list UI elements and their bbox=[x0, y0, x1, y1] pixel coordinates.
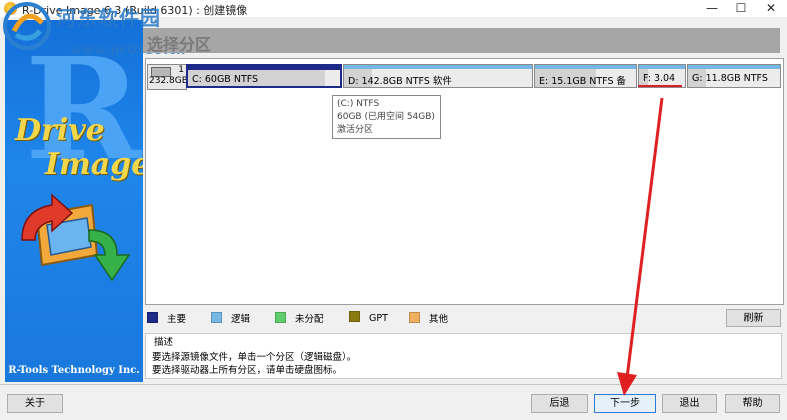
refresh-button[interactable]: 刷新 bbox=[726, 309, 781, 327]
brand-word-drive: Drive bbox=[15, 113, 105, 148]
company-name: R-Tools Technology Inc. bbox=[8, 365, 140, 376]
disk-size: 232.8GB bbox=[149, 76, 188, 86]
disk-number: 1 bbox=[178, 65, 184, 75]
partition-label: E: 15.1GB NTFS 备 bbox=[539, 76, 627, 87]
legend: 主要 逻辑 未分配 GPT 其他 bbox=[145, 311, 725, 325]
legend-item: 逻辑 bbox=[211, 311, 250, 325]
disk-panel: 1 232.8GB C: 60GB NTFS D: 142.8GB NTFS 软… bbox=[145, 58, 784, 305]
disk-image-icon bbox=[21, 193, 131, 282]
partition-label: D: 142.8GB NTFS 软件 bbox=[348, 76, 452, 87]
legend-label: 逻辑 bbox=[231, 314, 251, 325]
highlight-underline bbox=[638, 85, 682, 87]
exit-button[interactable]: 退出 bbox=[662, 394, 717, 413]
legend-item: GPT bbox=[349, 311, 388, 324]
legend-item: 主要 bbox=[147, 311, 186, 325]
hard-disk-icon[interactable]: 1 232.8GB bbox=[147, 64, 188, 90]
disk-row: 1 232.8GB C: 60GB NTFS D: 142.8GB NTFS 软… bbox=[146, 62, 783, 90]
tooltip-line: 激活分区 bbox=[337, 125, 374, 135]
partition-e[interactable]: E: 15.1GB NTFS 备 bbox=[534, 64, 637, 88]
partition-g[interactable]: G: 11.8GB NTFS bbox=[687, 64, 781, 88]
partition-c[interactable]: C: 60GB NTFS bbox=[186, 64, 342, 88]
section-title: 选择分区 bbox=[147, 35, 212, 54]
legend-item: 未分配 bbox=[275, 311, 324, 325]
brand-word-image: Image bbox=[45, 147, 143, 182]
close-button[interactable]: ✕ bbox=[756, 0, 786, 17]
next-button[interactable]: 下一步 bbox=[594, 394, 656, 413]
legend-swatch bbox=[147, 312, 158, 323]
watermark-logo-icon bbox=[3, 2, 51, 50]
partition-label: F: 3.04 bbox=[643, 73, 676, 84]
tooltip-line: (C:) NTFS bbox=[337, 99, 380, 109]
description-line: 要选择源镜像文件，单击一个分区（逻辑磁盘）。 bbox=[152, 352, 357, 363]
back-button[interactable]: 后退 bbox=[531, 394, 588, 413]
help-button[interactable]: 帮助 bbox=[725, 394, 780, 413]
minimize-button[interactable]: — bbox=[697, 0, 727, 17]
description-box: 描述 要选择源镜像文件，单击一个分区（逻辑磁盘）。 要选择驱动器上所有分区，请单… bbox=[145, 333, 782, 379]
maximize-button[interactable]: ☐ bbox=[726, 0, 756, 17]
partition-tooltip: (C:) NTFS 60GB (已用空间 54GB) 激活分区 bbox=[332, 95, 441, 139]
title-bar: R-Drive Image 6.3 (Build 6301) : 创建镜像 — … bbox=[0, 0, 787, 17]
legend-swatch bbox=[409, 312, 420, 323]
divider bbox=[0, 384, 787, 385]
legend-swatch bbox=[275, 312, 286, 323]
partition-label: G: 11.8GB NTFS bbox=[692, 73, 768, 84]
partition-d[interactable]: D: 142.8GB NTFS 软件 bbox=[343, 64, 533, 88]
description-line: 要选择驱动器上所有分区，请单击硬盘图标。 bbox=[152, 365, 343, 376]
legend-swatch bbox=[349, 311, 360, 322]
about-button[interactable]: 关于 bbox=[7, 394, 63, 413]
brand-panel: R Drive Image R-Tools Technology Inc. bbox=[5, 20, 143, 382]
description-title: 描述 bbox=[154, 337, 174, 348]
legend-label: 其他 bbox=[429, 314, 449, 325]
legend-label: 未分配 bbox=[295, 314, 324, 325]
legend-label: 主要 bbox=[167, 314, 187, 325]
legend-item: 其他 bbox=[409, 311, 448, 325]
legend-label: GPT bbox=[369, 313, 388, 324]
tooltip-line: 60GB (已用空间 54GB) bbox=[337, 112, 435, 122]
legend-swatch bbox=[211, 312, 222, 323]
partition-label: C: 60GB NTFS bbox=[192, 74, 259, 85]
section-header: 选择分区 bbox=[143, 28, 780, 54]
window-title: R-Drive Image 6.3 (Build 6301) : 创建镜像 bbox=[22, 4, 248, 17]
